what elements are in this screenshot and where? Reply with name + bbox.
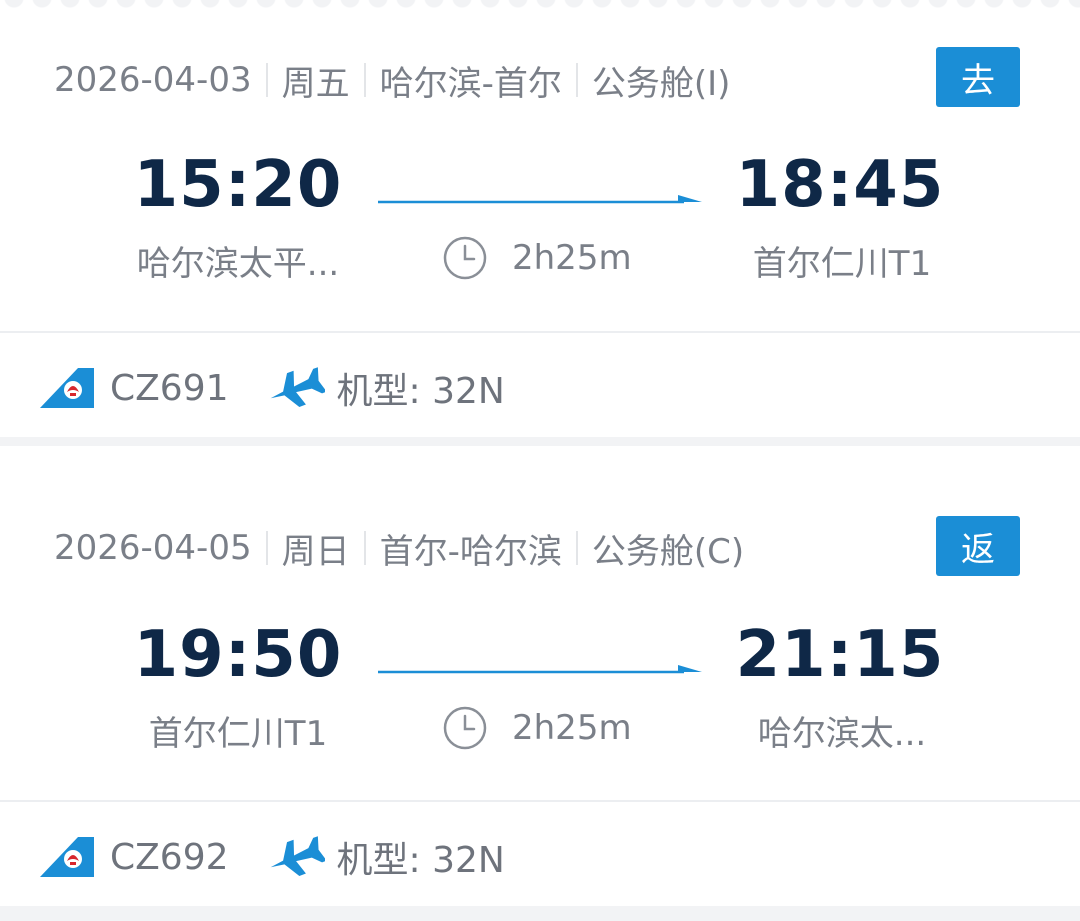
- separator: [575, 531, 578, 565]
- separator: [363, 531, 366, 565]
- clock-icon: [443, 236, 487, 280]
- flight-card-return[interactable]: 2026-04-05 周日 首尔-哈尔滨 公务舱(C) 返 19:50 21:1…: [0, 446, 1080, 906]
- china-southern-logo-icon: [40, 368, 94, 408]
- flight-duration: 2h25m: [442, 702, 632, 754]
- separator: [363, 63, 366, 97]
- separator: [575, 63, 578, 97]
- aircraft-type: 机型: 32N: [336, 371, 505, 412]
- arrow-right-icon: [378, 665, 702, 674]
- arrival-time: 21:15: [735, 618, 945, 692]
- airplane-icon: [270, 836, 325, 876]
- flight-number: CZ691: [110, 367, 229, 409]
- flight-route: 首尔-哈尔滨: [379, 531, 562, 572]
- ticket-scallop-edge: [0, 0, 1080, 16]
- divider: [0, 800, 1080, 802]
- flight-weekday: 周日: [281, 531, 350, 572]
- flight-duration: 2h25m: [442, 232, 632, 284]
- separator: [265, 531, 268, 565]
- flight-info-row: 2026-04-03 周五 哈尔滨-首尔 公务舱(I): [54, 50, 730, 110]
- arrival-airport: 首尔仁川T1: [752, 244, 932, 284]
- flight-date: 2026-04-03: [54, 60, 252, 100]
- flight-number: CZ692: [110, 836, 229, 878]
- airplane-icon: [270, 367, 325, 407]
- flight-info-row: 2026-04-05 周日 首尔-哈尔滨 公务舱(C): [54, 518, 744, 578]
- departure-time: 15:20: [133, 148, 343, 222]
- duration-text: 2h25m: [512, 708, 632, 748]
- flight-weekday: 周五: [281, 63, 350, 104]
- direction-badge: 去: [936, 47, 1020, 107]
- direction-badge: 返: [936, 516, 1020, 576]
- aircraft-type: 机型: 32N: [336, 840, 505, 881]
- arrow-right-icon: [378, 195, 702, 204]
- china-southern-logo-icon: [40, 837, 94, 877]
- departure-time: 19:50: [133, 618, 343, 692]
- arrival-time: 18:45: [735, 148, 945, 222]
- separator: [265, 63, 268, 97]
- flight-cabin: 公务舱(I): [591, 63, 731, 104]
- flight-meta-row: CZ691 机型: 32N: [40, 358, 505, 418]
- flight-route: 哈尔滨-首尔: [379, 63, 562, 104]
- flight-date: 2026-04-05: [54, 528, 252, 568]
- arrival-airport: 哈尔滨太...: [757, 714, 927, 754]
- flight-meta-row: CZ692 机型: 32N: [40, 827, 505, 887]
- departure-airport: 首尔仁川T1: [148, 714, 328, 754]
- flight-cabin: 公务舱(C): [591, 531, 745, 572]
- clock-icon: [443, 706, 487, 750]
- departure-airport: 哈尔滨太平...: [136, 244, 340, 284]
- divider: [0, 331, 1080, 333]
- duration-text: 2h25m: [512, 238, 632, 278]
- flight-card-outbound[interactable]: 2026-04-03 周五 哈尔滨-首尔 公务舱(I) 去 15:20 18:4…: [0, 0, 1080, 437]
